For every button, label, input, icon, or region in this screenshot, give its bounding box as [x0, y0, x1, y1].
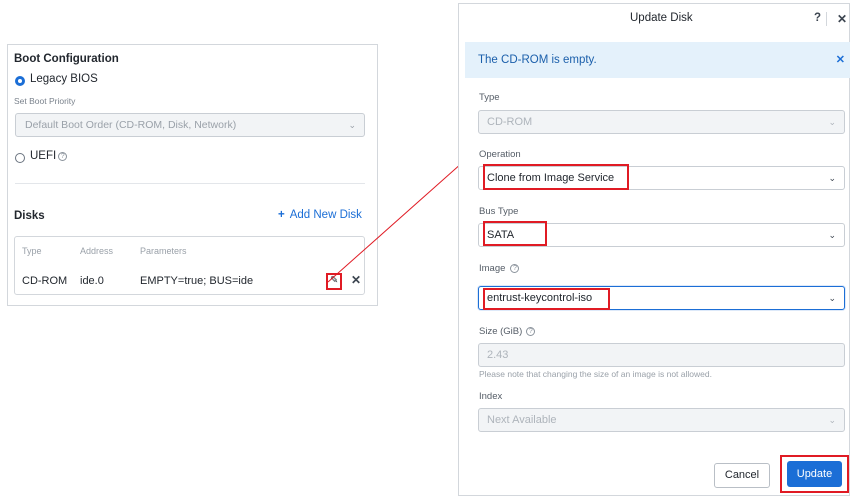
chevron-down-icon: ⌄ — [828, 415, 836, 425]
update-disk-dialog: Update Disk ? ✕ The CD-ROM is empty. ✕ T… — [458, 3, 850, 496]
index-label: Index — [479, 391, 503, 402]
update-highlight: Update — [780, 455, 849, 493]
chevron-down-icon: ⌄ — [348, 120, 356, 130]
boot-priority-label: Set Boot Priority — [14, 96, 76, 106]
help-button[interactable]: ? — [814, 12, 821, 24]
chevron-down-icon: ⌄ — [828, 173, 836, 183]
size-value: 2.43 — [487, 349, 509, 361]
legacy-bios-label: Legacy BIOS — [30, 73, 98, 85]
info-banner: The CD-ROM is empty. ✕ — [465, 42, 850, 78]
column-header-parameters: Parameters — [140, 246, 187, 256]
operation-label: Operation — [479, 149, 521, 160]
image-label: Image — [479, 263, 506, 274]
add-new-disk-label: Add New Disk — [289, 209, 362, 221]
column-header-address: Address — [80, 246, 114, 256]
edit-disk-button[interactable]: ✎ — [326, 273, 342, 290]
type-value: CD-ROM — [487, 116, 533, 128]
help-icon[interactable]: ? — [510, 264, 520, 273]
update-button[interactable]: Update — [787, 461, 842, 487]
disk-parameters-cell: EMPTY=true; BUS=ide — [140, 275, 254, 287]
size-label-group: Size (GiB)? — [479, 326, 536, 337]
boot-disk-panel: Boot Configuration Legacy BIOS Set Boot … — [7, 44, 378, 306]
uefi-radio[interactable] — [15, 153, 25, 163]
operation-highlight — [483, 164, 629, 190]
disk-type-cell: CD-ROM — [22, 275, 68, 287]
dialog-title: Update Disk — [630, 12, 693, 24]
chevron-down-icon: ⌄ — [828, 230, 836, 240]
size-input: 2.43 — [478, 343, 845, 367]
legacy-bios-radio[interactable] — [15, 76, 25, 86]
disk-address-cell: ide.0 — [80, 275, 104, 287]
close-icon: ✕ — [351, 273, 362, 287]
divider — [826, 12, 827, 26]
boot-configuration-title: Boot Configuration — [14, 53, 119, 65]
type-label: Type — [479, 92, 500, 103]
disks-title: Disks — [14, 210, 45, 222]
column-header-type: Type — [22, 246, 42, 256]
delete-disk-button[interactable]: ✕ — [351, 273, 361, 287]
chevron-down-icon: ⌄ — [828, 293, 836, 303]
index-value: Next Available — [487, 414, 557, 426]
close-dialog-button[interactable]: ✕ — [837, 12, 847, 26]
pencil-icon: ✎ — [330, 275, 339, 286]
uefi-label: UEFI — [30, 150, 57, 162]
image-highlight — [483, 288, 610, 310]
boot-priority-select[interactable]: Default Boot Order (CD-ROM, Disk, Networ… — [15, 113, 365, 137]
disks-table: Type Address Parameters CD-ROM ide.0 EMP… — [14, 236, 365, 295]
help-icon[interactable]: ? — [526, 327, 536, 336]
type-select: CD-ROM ⌄ — [478, 110, 845, 134]
index-select: Next Available ⌄ — [478, 408, 845, 432]
banner-message: The CD-ROM is empty. — [478, 54, 597, 66]
size-label: Size (GiB) — [479, 326, 523, 337]
cancel-button[interactable]: Cancel — [714, 463, 770, 488]
chevron-down-icon: ⌄ — [828, 117, 836, 127]
boot-priority-value: Default Boot Order (CD-ROM, Disk, Networ… — [25, 119, 237, 131]
divider — [15, 183, 365, 184]
close-icon: ✕ — [837, 12, 848, 26]
image-label-group: Image? — [479, 263, 520, 274]
size-note: Please note that changing the size of an… — [479, 369, 712, 379]
add-new-disk-button[interactable]: + Add New Disk — [278, 209, 362, 221]
uefi-label-group: UEFI? — [30, 150, 68, 162]
bus-type-label: Bus Type — [479, 206, 519, 217]
help-icon[interactable]: ? — [58, 152, 68, 161]
banner-close-button[interactable]: ✕ — [836, 53, 845, 66]
plus-icon: + — [278, 209, 285, 221]
close-icon: ✕ — [835, 54, 845, 66]
bus-type-highlight — [483, 221, 547, 246]
